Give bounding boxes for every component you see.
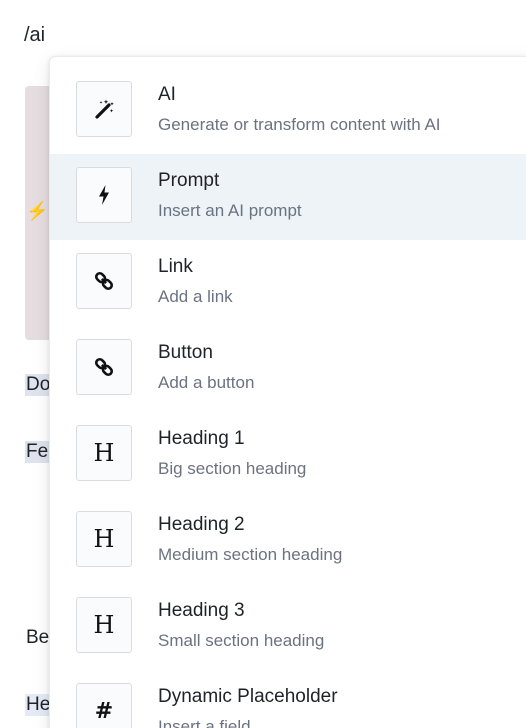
heading-glyph: H <box>93 439 115 467</box>
menu-item-heading-1[interactable]: H Heading 1 Big section heading <box>50 412 526 498</box>
background-text-fragment: Fe <box>25 441 50 463</box>
background-text-fragment: Do <box>25 374 52 396</box>
menu-item-description: Small section heading <box>158 631 325 650</box>
hash-glyph: # <box>94 698 114 724</box>
heading-glyph: H <box>93 525 115 553</box>
menu-item-title: Heading 1 <box>158 428 245 449</box>
lightning-bolt-icon <box>76 167 132 223</box>
magic-wand-icon <box>76 81 132 137</box>
menu-item-title: Heading 2 <box>158 514 245 535</box>
menu-item-title: Button <box>158 342 213 363</box>
hash-icon: # <box>76 683 132 728</box>
heading-icon: H <box>76 597 132 653</box>
menu-item-description: Insert a field <box>158 717 251 728</box>
lightning-bolt-icon: ⚡ <box>26 201 49 221</box>
menu-item-prompt[interactable]: Prompt Insert an AI prompt <box>50 154 526 240</box>
menu-item-heading-3[interactable]: H Heading 3 Small section heading <box>50 584 526 670</box>
background-text-fragment: He <box>25 694 52 716</box>
background-text-fragment: Be <box>26 627 50 648</box>
menu-item-description: Insert an AI prompt <box>158 201 302 220</box>
menu-item-title: Dynamic Placeholder <box>158 686 338 707</box>
slash-command-input[interactable]: /ai <box>24 24 45 47</box>
menu-item-dynamic-placeholder[interactable]: # Dynamic Placeholder Insert a field <box>50 670 526 728</box>
link-icon <box>76 339 132 395</box>
menu-item-link[interactable]: Link Add a link <box>50 240 526 326</box>
menu-item-description: Medium section heading <box>158 545 343 564</box>
menu-item-description: Big section heading <box>158 459 307 478</box>
editor-canvas: /ai ⚡ Do Fe Be He AI Generate or transfo… <box>0 0 526 728</box>
heading-icon: H <box>76 511 132 567</box>
heading-icon: H <box>76 425 132 481</box>
menu-item-title: Link <box>158 256 193 277</box>
menu-item-title: Heading 3 <box>158 600 245 621</box>
menu-item-description: Add a link <box>158 287 233 306</box>
heading-glyph: H <box>93 611 115 639</box>
link-icon <box>76 253 132 309</box>
menu-item-title: Prompt <box>158 170 220 191</box>
menu-item-ai[interactable]: AI Generate or transform content with AI <box>50 68 526 154</box>
menu-item-title: AI <box>158 84 176 105</box>
menu-item-description: Generate or transform content with AI <box>158 115 441 134</box>
slash-command-list: AI Generate or transform content with AI… <box>50 68 526 728</box>
menu-item-description: Add a button <box>158 373 255 392</box>
slash-command-menu: AI Generate or transform content with AI… <box>49 56 526 728</box>
menu-item-button[interactable]: Button Add a button <box>50 326 526 412</box>
menu-item-heading-2[interactable]: H Heading 2 Medium section heading <box>50 498 526 584</box>
